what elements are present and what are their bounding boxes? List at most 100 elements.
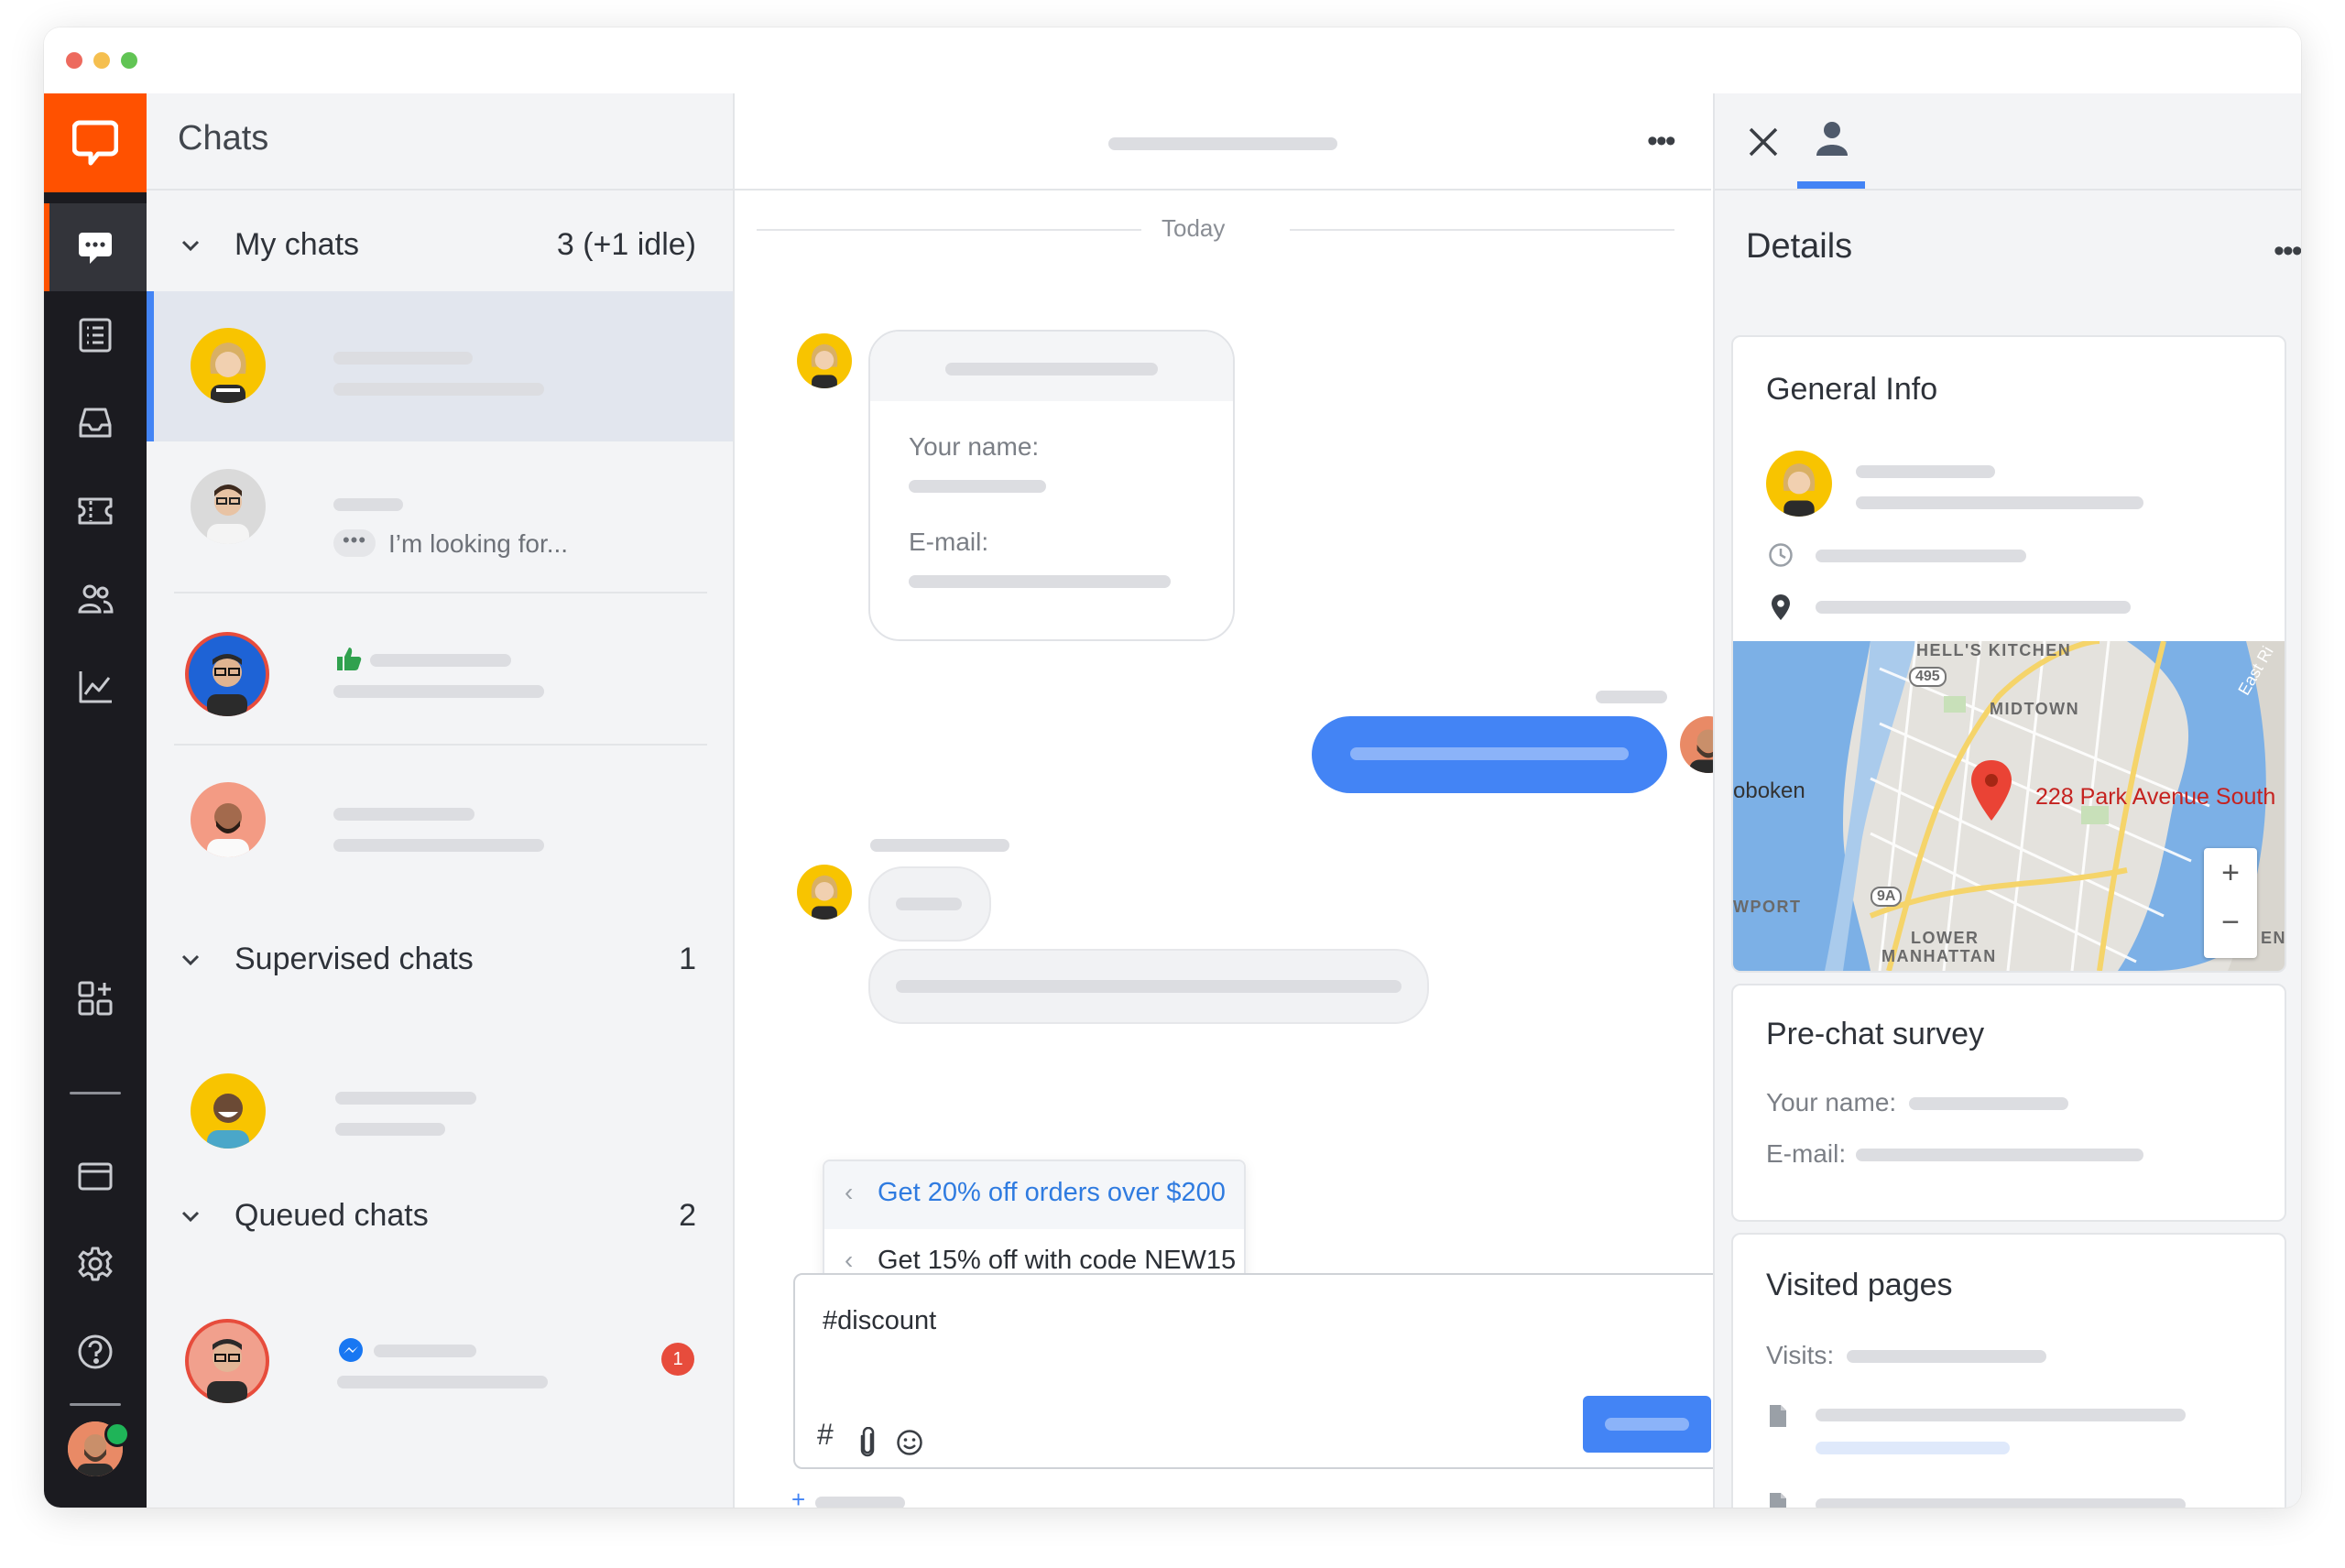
placeholder-line <box>815 1497 905 1508</box>
general-info-title: General Info <box>1766 372 1938 407</box>
messenger-icon <box>339 1338 363 1362</box>
chat-row[interactable]: ••• I’m looking for... <box>147 443 733 593</box>
customer-avatar <box>185 1319 269 1403</box>
queued-chats-label: Queued chats <box>234 1198 429 1233</box>
placeholder-line <box>1816 550 2026 562</box>
minimize-window-button[interactable] <box>93 52 110 69</box>
map-label: ENP <box>2261 929 2285 947</box>
placeholder-line <box>370 654 511 667</box>
placeholder-line <box>1909 1097 2068 1110</box>
nav-separator-2 <box>70 1403 121 1406</box>
send-button[interactable] <box>1583 1396 1711 1453</box>
maximize-window-button[interactable] <box>121 52 137 69</box>
placeholder-line <box>870 839 1009 852</box>
suggestion-text: Get 15% off with code NEW15 <box>878 1246 1237 1275</box>
placeholder-line <box>333 352 473 365</box>
customer-message-bubble <box>868 866 991 942</box>
zoom-out-button[interactable]: − <box>2204 905 2257 941</box>
supervised-chats-label: Supervised chats <box>234 942 474 976</box>
location-map[interactable]: HELL'S KITCHEN MIDTOWN oboken WPORT LOWE… <box>1733 641 2285 971</box>
customer-avatar <box>797 865 852 920</box>
more-options-icon[interactable]: ••• <box>2274 235 2301 267</box>
zoom-in-button[interactable]: + <box>2204 855 2257 891</box>
message-input-value[interactable]: #discount <box>823 1306 936 1336</box>
billing-icon <box>78 1162 113 1191</box>
more-options-icon[interactable]: ••• <box>1647 125 1676 157</box>
typing-indicator: ••• <box>333 529 376 557</box>
agent-message-bubble <box>1312 716 1667 793</box>
placeholder-link-line <box>1816 1442 2010 1454</box>
queued-chats-count: 2 <box>679 1198 696 1233</box>
chevron-down-icon <box>181 240 200 252</box>
close-window-button[interactable] <box>66 52 82 69</box>
chevron-down-icon <box>181 1211 200 1223</box>
divider-line <box>1290 229 1674 231</box>
placeholder-line <box>333 498 403 511</box>
thumbs-up-icon <box>337 648 362 670</box>
visited-pages-card: Visited pages Visits: <box>1731 1233 2286 1508</box>
pre-chat-survey-title: Pre-chat survey <box>1766 1017 1985 1051</box>
nav-inbox[interactable] <box>44 379 147 467</box>
nav-tickets[interactable] <box>44 467 147 555</box>
unread-badge: 1 <box>661 1343 694 1376</box>
customer-profile-tab-icon[interactable] <box>1814 119 1850 158</box>
title-bar <box>44 27 2301 93</box>
nav-help[interactable] <box>44 1308 147 1396</box>
app-logo[interactable] <box>44 93 147 192</box>
supervised-chats-section-header[interactable]: Supervised chats 1 <box>147 927 733 993</box>
placeholder-line <box>909 575 1171 588</box>
placeholder-line <box>1596 691 1667 703</box>
active-tab-indicator <box>1797 181 1865 189</box>
details-panel: Details ••• General Info HELL'S KITCHEN … <box>1713 93 2301 1508</box>
placeholder-line <box>1856 1149 2143 1161</box>
add-action-button[interactable]: + <box>791 1486 805 1508</box>
nav-customers[interactable] <box>44 555 147 643</box>
message-composer[interactable]: #discount # <box>793 1273 1742 1469</box>
attachment-icon[interactable] <box>857 1427 878 1458</box>
map-zoom-control: + − <box>2204 848 2257 958</box>
placeholder-line <box>1816 1498 2186 1508</box>
suggestion-item[interactable]: ‹ Get 20% off orders over $200 <box>824 1161 1244 1229</box>
queued-chats-section-header[interactable]: Queued chats 2 <box>147 1183 733 1249</box>
placeholder-line <box>1856 496 2143 509</box>
placeholder-line <box>945 363 1158 376</box>
my-chats-section-header[interactable]: My chats 3 (+1 idle) <box>147 212 733 278</box>
placeholder-line <box>337 1376 548 1388</box>
map-highway-shield: 9A <box>1871 887 1903 907</box>
chat-row[interactable] <box>147 595 733 746</box>
placeholder-line <box>909 480 1046 493</box>
general-info-card: General Info HELL'S KITCHEN MIDTOWN obok… <box>1731 335 2286 973</box>
supervised-chats-count: 1 <box>679 942 696 976</box>
chat-header: ••• <box>735 93 1711 191</box>
reports-icon <box>79 671 112 703</box>
customer-avatar <box>191 782 266 857</box>
chat-row[interactable]: 1 <box>147 1262 733 1412</box>
chevron-down-icon <box>181 954 200 966</box>
emoji-icon[interactable] <box>896 1429 923 1456</box>
map-label: MANHATTAN <box>1881 947 1997 965</box>
chats-icon <box>79 233 112 264</box>
nav-chats[interactable] <box>44 203 147 291</box>
nav-apps[interactable] <box>44 954 147 1042</box>
placeholder-line <box>333 808 474 821</box>
apps-icon <box>78 981 113 1016</box>
map-highway-shield: 495 <box>1909 667 1947 687</box>
map-label: WPORT <box>1733 898 1802 916</box>
app-window: Chats My chats 3 (+1 idle) ••• I’m looki… <box>44 27 2301 1508</box>
nav-reports[interactable] <box>44 643 147 731</box>
nav-archives[interactable] <box>44 291 147 379</box>
nav-settings[interactable] <box>44 1220 147 1308</box>
hash-icon[interactable]: # <box>817 1418 834 1452</box>
close-icon[interactable] <box>1748 126 1779 158</box>
inbox-icon <box>79 408 112 438</box>
chat-row[interactable] <box>147 747 733 898</box>
chat-row[interactable] <box>147 291 733 441</box>
chat-logo-icon <box>72 120 118 166</box>
form-email-label: E-mail: <box>909 528 989 556</box>
chat-row[interactable] <box>147 1006 733 1156</box>
help-icon <box>78 1334 113 1369</box>
placeholder-line <box>1816 1409 2186 1421</box>
placeholder-line <box>1350 747 1629 760</box>
placeholder-line <box>333 685 544 698</box>
nav-billing[interactable] <box>44 1132 147 1220</box>
